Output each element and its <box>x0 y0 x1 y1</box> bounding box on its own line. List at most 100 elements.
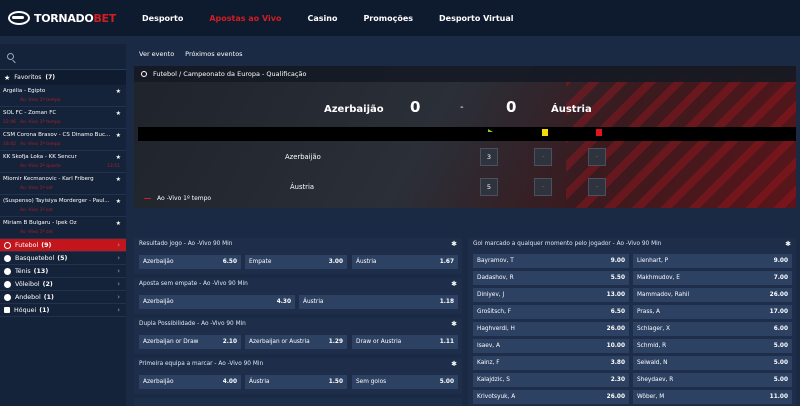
star-icon[interactable]: ★ <box>116 110 121 117</box>
favorite-item[interactable]: Argélia - Egipto Ao -Vivo 1º tempo ★ <box>0 85 126 107</box>
favorite-item[interactable]: KK Skofja Loka - KK Šencur Ao -Vivo 2º qu… <box>0 151 126 173</box>
scorer-odd-button[interactable]: Krivotsyuk, A 26.00 <box>473 390 629 404</box>
scorer-odd-button[interactable]: Wöber, M 11.00 <box>633 390 792 404</box>
scorer-odd-button[interactable]: Schmid, R 5.00 <box>633 339 792 353</box>
scorer-odd-button[interactable]: Bayramov, T 9.00 <box>473 254 629 268</box>
sport-voleibol[interactable]: Vôleibol (2) › <box>0 278 126 291</box>
nav-promocoes[interactable]: Promoções <box>363 14 413 23</box>
stats-header <box>138 127 796 141</box>
competition-header: Futebol / Campeonato da Europa - Qualifi… <box>134 66 796 82</box>
home-corners: 3 <box>480 148 498 166</box>
settings-gear-icon[interactable]: ✱ <box>451 240 457 248</box>
scorer-odd-button[interactable]: Isaev, A 10.00 <box>473 339 629 353</box>
brand-logo[interactable]: TORNADOBET <box>8 11 128 25</box>
sport-hoquei[interactable]: Hóquei (1) › <box>0 304 126 317</box>
star-icon: ★ <box>4 73 11 82</box>
sport-tenis[interactable]: Ténis (13) › <box>0 265 126 278</box>
favorite-item[interactable]: (Suspenso) Tayisiya Morderger - Paul... A… <box>0 195 126 217</box>
scorer-odd-button[interactable]: Grošitsch, F 6.50 <box>473 305 629 319</box>
odd-button[interactable]: Azerbaijan or Draw 2.10 <box>139 335 241 349</box>
star-icon[interactable]: ★ <box>116 198 121 205</box>
yellow-card-icon <box>542 129 548 136</box>
score-separator: - <box>460 102 464 113</box>
odd-button[interactable]: Azerbaijão 4.00 <box>139 375 241 389</box>
settings-gear-icon[interactable]: ✱ <box>451 320 457 328</box>
scorer-odd-button[interactable]: Prass, A 17.00 <box>633 305 792 319</box>
odd-button[interactable]: Áustria 1.67 <box>352 255 458 269</box>
basketball-icon <box>4 254 11 262</box>
scorer-odd-button[interactable]: Lienhart, P 9.00 <box>633 254 792 268</box>
odd-button[interactable]: Áustria 1.50 <box>245 375 347 389</box>
star-icon[interactable]: ★ <box>116 154 121 161</box>
scorer-odd-button[interactable]: Kainz, F 3.80 <box>473 356 629 370</box>
favorites-header[interactable]: ★ Favoritos (7) <box>0 70 126 85</box>
scorer-odd-button[interactable]: Haghverdi, H 26.00 <box>473 322 629 336</box>
main-content: Ver evento Próximos eventos Futebol / Ca… <box>134 44 800 406</box>
nav-desporto-virtual[interactable]: Desporto Virtual <box>439 14 514 23</box>
match-scoreboard: Futebol / Campeonato da Europa - Qualifi… <box>134 66 796 208</box>
nav-casino[interactable]: Casino <box>307 14 337 23</box>
market-resultado-jogo: Resultado jogo - Ao -Vivo 90 Min ✱ Azerba… <box>134 238 462 274</box>
favorite-item[interactable]: Miriam B Bulgaru - Ipek Oz Ao -Vivo 1º se… <box>0 217 126 239</box>
settings-gear-icon[interactable]: ✱ <box>451 280 457 288</box>
tab-ver-evento[interactable]: Ver evento <box>139 50 174 58</box>
away-score: 0 <box>506 98 517 116</box>
chevron-right-icon: › <box>117 267 120 275</box>
stats-home-label: Azerbaijão <box>285 153 321 161</box>
tennis-ball-icon <box>4 267 11 275</box>
main-nav: Desporto Apostas ao Vivo Casino Promoçõe… <box>142 14 540 23</box>
corner-flag-icon <box>488 129 493 132</box>
soccer-ball-icon <box>4 241 11 249</box>
red-card-icon <box>596 129 602 136</box>
market-primeira-equipa: Primeira equipa a marcar - Ao -Vivo 90 M… <box>134 358 462 394</box>
search-icon[interactable] <box>7 53 14 60</box>
sport-basquetebol[interactable]: Basquetebol (5) › <box>0 252 126 265</box>
chevron-right-icon: › <box>117 254 120 262</box>
star-icon[interactable]: ★ <box>116 176 121 183</box>
odd-button[interactable]: Azerbaijão 4.30 <box>139 295 295 309</box>
live-indicator <box>144 197 151 199</box>
tornado-logo-icon <box>8 11 30 25</box>
settings-gear-icon[interactable]: ✱ <box>451 360 457 368</box>
sidebar-search[interactable] <box>0 44 126 70</box>
scorer-odd-button[interactable]: Diniyev, J 13.00 <box>473 288 629 302</box>
scorer-odd-button[interactable]: Schlager, X 6.00 <box>633 322 792 336</box>
nav-apostas-ao-vivo[interactable]: Apostas ao Vivo <box>209 14 281 23</box>
odd-button[interactable]: Sem golos 5.00 <box>352 375 458 389</box>
settings-gear-icon[interactable]: ✱ <box>785 240 791 248</box>
nav-desporto[interactable]: Desporto <box>142 14 183 23</box>
odd-button[interactable]: Draw or Austria 1.11 <box>352 335 458 349</box>
chevron-right-icon: › <box>117 280 120 288</box>
chevron-right-icon: › <box>117 306 120 314</box>
tab-proximos-eventos[interactable]: Próximos eventos <box>185 50 242 58</box>
home-red: - <box>588 148 606 166</box>
market-dupla-possibilidade: Dupla Possibilidade - Ao -Vivo 90 Min ✱ A… <box>134 318 462 354</box>
favorite-item[interactable]: CSM Corona Brasov - CS Dinamo Buc... Ao -… <box>0 129 126 151</box>
soccer-ball-icon <box>141 71 147 77</box>
hockey-stick-icon <box>4 307 10 313</box>
home-team: Azerbaijão <box>324 104 384 115</box>
handball-icon <box>4 293 11 301</box>
favorite-item[interactable]: Miomir Kecmanovic - Karl Friberg Ao -Vivo… <box>0 173 126 195</box>
scorer-odd-button[interactable]: Kalajdzic, S 2.30 <box>473 373 629 387</box>
home-yellow: - <box>534 148 552 166</box>
star-icon[interactable]: ★ <box>116 132 121 139</box>
sidebar: ★ Favoritos (7) Argélia - Egipto Ao -Vivo 1… <box>0 44 126 406</box>
sport-andebol[interactable]: Andebol (1) › <box>0 291 126 304</box>
home-score: 0 <box>410 98 421 116</box>
scorer-odd-button[interactable]: Makhmudov, E 7.00 <box>633 271 792 285</box>
favorite-item[interactable]: SOL FC - Zoman FC Ao -Vivo 1º tempo 22:46 ★ <box>0 107 126 129</box>
odd-button[interactable]: Azerbaijan or Austria 1.29 <box>245 335 347 349</box>
scorer-odd-button[interactable]: Seiwald, N 5.00 <box>633 356 792 370</box>
scorer-odd-button[interactable]: Sheydaev, R 5.00 <box>633 373 792 387</box>
market-marcador: Gol marcado a qualquer momento pelo joga… <box>468 238 796 406</box>
scorer-odd-button[interactable]: Mammadov, Rahil 26.00 <box>633 288 792 302</box>
odd-button[interactable]: Empate 3.00 <box>245 255 347 269</box>
star-icon[interactable]: ★ <box>116 88 121 95</box>
odd-button[interactable]: Azerbaijão 6.50 <box>139 255 241 269</box>
scorer-odd-button[interactable]: Dadashov, R 5.50 <box>473 271 629 285</box>
star-icon[interactable]: ★ <box>116 220 121 227</box>
sport-futebol[interactable]: Futebol (9) › <box>0 239 126 252</box>
odd-button[interactable]: Áustria 1.18 <box>299 295 458 309</box>
chevron-right-icon: › <box>117 241 120 249</box>
